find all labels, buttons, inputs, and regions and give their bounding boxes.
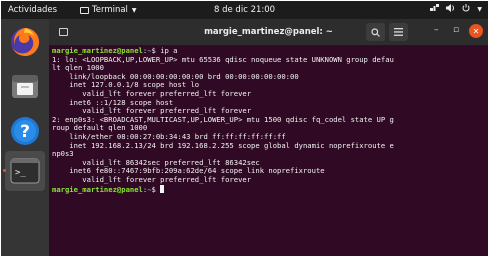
prompt-user: margie_martinez@panel — [52, 184, 143, 194]
search-button[interactable] — [366, 23, 385, 41]
app-menu[interactable]: Terminal ▼ — [80, 5, 137, 15]
window-title: margie_martinez@panel: ~ — [204, 27, 333, 37]
clock[interactable]: 8 de dic 21:00 — [214, 5, 275, 15]
activities-button[interactable]: Actividades — [8, 5, 57, 15]
volume-icon — [446, 4, 455, 14]
close-button[interactable]: ✕ — [469, 24, 483, 38]
output-line: inet 192.168.2.13/24 brd 192.168.2.255 s… — [52, 140, 394, 150]
prompt-line: margie_martinez@panel:~$ — [52, 184, 486, 194]
active-indicator — [3, 169, 6, 172]
menu-button[interactable] — [389, 23, 408, 41]
files-icon[interactable] — [9, 70, 41, 102]
output-line: 1: lo: <LOOPBACK,UP,LOWER_UP> mtu 65536 … — [52, 54, 394, 64]
desktop: Actividades Terminal ▼ 8 de dic 21:00 ▼ — [1, 1, 488, 256]
terminal-output[interactable]: margie_martinez@panel:~$ ip a 1: lo: <LOO… — [52, 47, 486, 254]
terminal-icon — [80, 6, 89, 14]
firefox-icon[interactable] — [9, 26, 41, 58]
search-icon — [371, 27, 380, 37]
chevron-down-icon: ▼ — [131, 6, 137, 14]
terminal-dock-icon[interactable]: >_ — [5, 151, 45, 191]
terminal-window: margie_martinez@panel: ~ – ▫ ✕ margie_ma… — [49, 19, 488, 256]
command-text: ip a — [160, 47, 178, 55]
header-bar: margie_martinez@panel: ~ – ▫ ✕ — [49, 19, 488, 46]
system-tray[interactable]: ▼ — [430, 4, 482, 14]
app-menu-label: Terminal — [92, 5, 128, 15]
minimize-button[interactable]: – — [434, 25, 439, 35]
top-bar: Actividades Terminal ▼ 8 de dic 21:00 ▼ — [1, 1, 488, 19]
svg-text:>_: >_ — [15, 168, 26, 178]
help-icon[interactable]: ? — [9, 115, 41, 147]
power-icon — [462, 4, 470, 14]
network-icon — [430, 4, 440, 14]
svg-text:?: ? — [20, 122, 30, 142]
prompt-user: margie_martinez@panel — [52, 47, 143, 55]
text-cursor — [160, 184, 165, 193]
dock: ? >_ — [1, 19, 49, 256]
hamburger-icon — [394, 28, 403, 36]
close-icon: ✕ — [472, 26, 480, 36]
output-line: valid_lft forever preferred_lft forever — [52, 174, 252, 184]
chevron-down-icon: ▼ — [477, 5, 482, 13]
maximize-button[interactable]: ▫ — [453, 25, 459, 35]
